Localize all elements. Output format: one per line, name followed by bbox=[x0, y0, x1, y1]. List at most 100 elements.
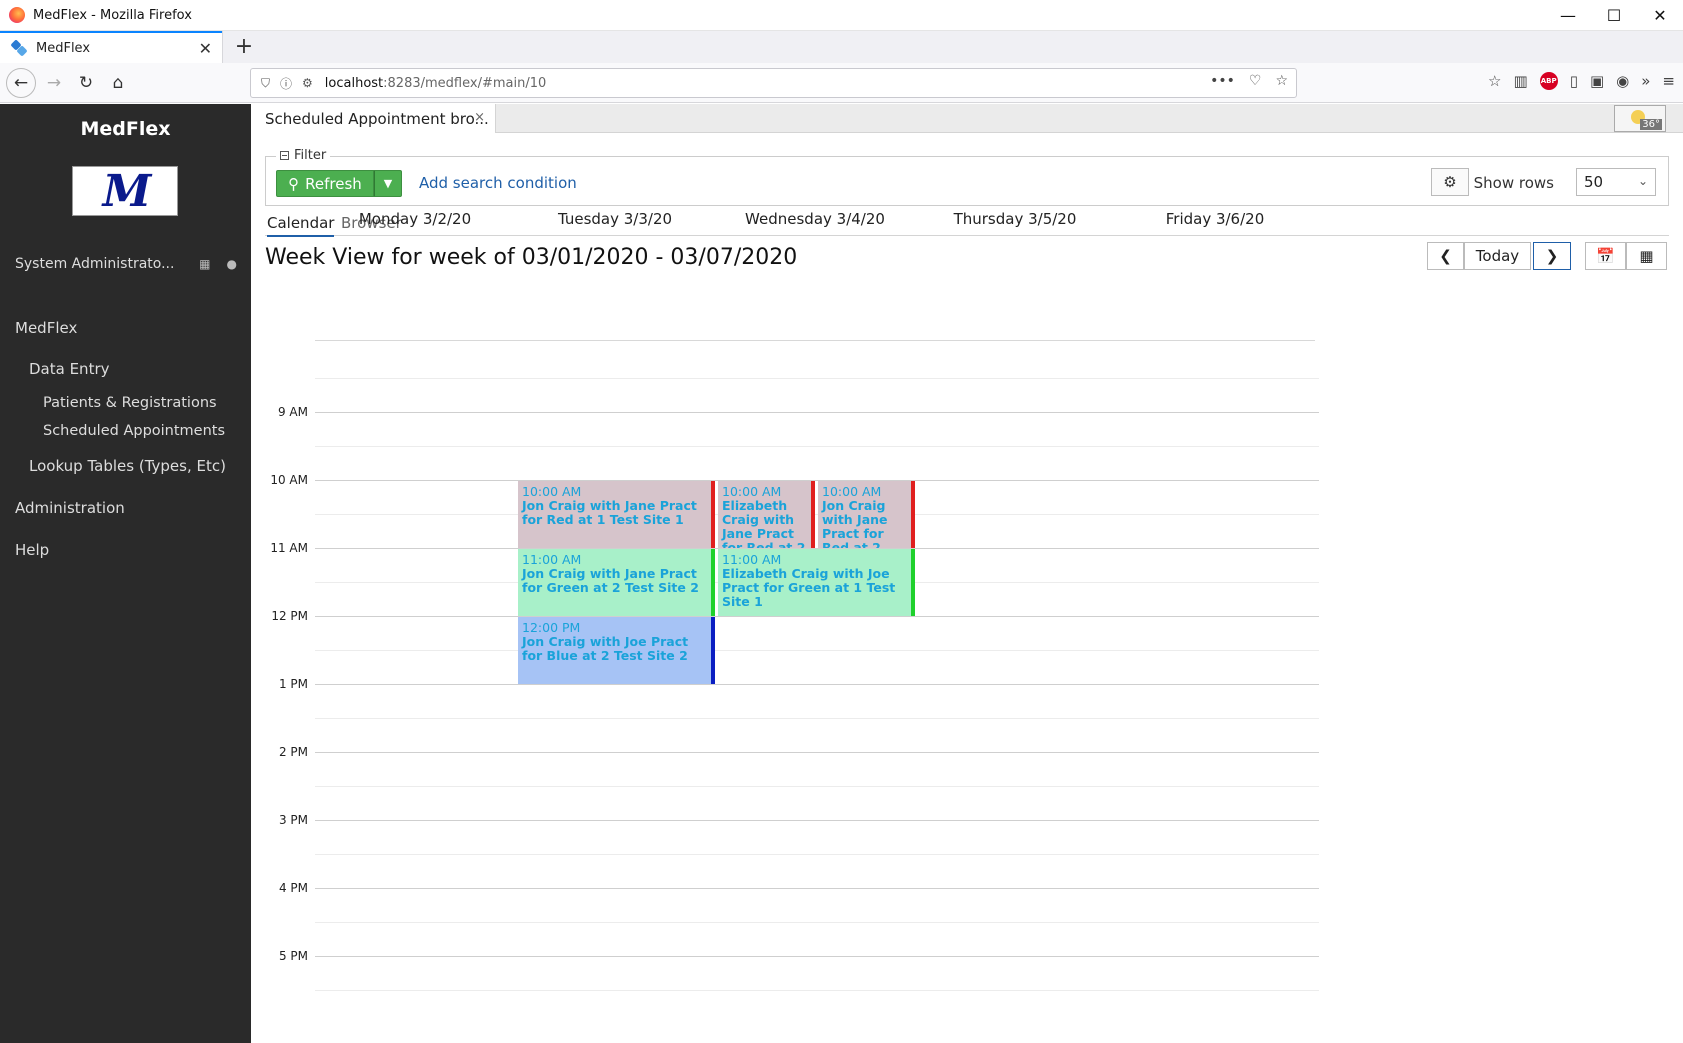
grid-icon[interactable]: ▦ bbox=[199, 257, 210, 271]
half-hour-line bbox=[315, 786, 1319, 787]
next-week-button[interactable]: ❯ bbox=[1533, 242, 1571, 270]
firefox-logo-icon bbox=[9, 7, 25, 23]
user-icon[interactable]: ● bbox=[227, 257, 237, 271]
appointment-time: 10:00 AM bbox=[522, 484, 582, 499]
day-header[interactable]: Friday 3/6/20 bbox=[1115, 210, 1315, 228]
sidebar-item-medflex[interactable]: MedFlex bbox=[0, 319, 77, 337]
page-actions-icon[interactable]: ••• bbox=[1210, 73, 1235, 89]
collapse-icon[interactable] bbox=[280, 151, 289, 160]
refresh-button[interactable]: ⚲ Refresh bbox=[276, 170, 374, 197]
refresh-dropdown-button[interactable]: ▼ bbox=[374, 170, 402, 197]
app-sidebar: MedFlex M System Administrato... ▦ ● Med… bbox=[0, 104, 251, 1043]
extension-icon[interactable]: ▣ bbox=[1590, 72, 1604, 90]
calendar-month-icon: ▦ bbox=[1639, 247, 1654, 265]
appointment-time: 11:00 AM bbox=[722, 552, 782, 567]
appointment-event[interactable]: 11:00 AM Jon Craig with Jane Pract for Gr… bbox=[518, 549, 715, 616]
window-controls: — ☐ ✕ bbox=[1545, 0, 1683, 31]
day-header[interactable]: Tuesday 3/3/20 bbox=[515, 210, 715, 228]
weather-temp: 36° bbox=[1640, 119, 1662, 130]
sidebar-item-help[interactable]: Help bbox=[0, 541, 49, 559]
hour-line bbox=[315, 616, 1319, 617]
back-arrow-icon[interactable]: ← bbox=[6, 68, 36, 98]
week-view-button[interactable]: 📅 bbox=[1585, 242, 1626, 270]
weather-widget[interactable]: 36° bbox=[1614, 105, 1666, 132]
appointment-event[interactable]: 11:00 AM Elizabeth Craig with Joe Pract f… bbox=[718, 549, 915, 616]
adblock-icon[interactable]: ABP bbox=[1539, 72, 1558, 90]
show-rows-select[interactable]: 50 ⌄ bbox=[1576, 168, 1656, 196]
url-path: :8283/medflex/#main/10 bbox=[383, 75, 547, 91]
appointment-description: Jon Craig with Jane Pract for Red at 2 T… bbox=[822, 498, 888, 549]
workspace-tab-scheduled-appointments[interactable]: Scheduled Appointment bro... × bbox=[251, 104, 496, 133]
week-title: Week View for week of 03/01/2020 - 03/07… bbox=[265, 245, 798, 270]
day-header-divider bbox=[315, 340, 1315, 341]
browser-tab-medflex[interactable]: MedFlex ✕ bbox=[0, 31, 222, 63]
sidebar-item-data-entry[interactable]: Data Entry bbox=[0, 360, 110, 378]
calendar-week-icon: 📅 bbox=[1596, 247, 1615, 265]
close-window-button[interactable]: ✕ bbox=[1637, 0, 1683, 31]
user-name[interactable]: System Administrato... bbox=[15, 256, 183, 272]
overflow-chevron-icon[interactable]: » bbox=[1641, 72, 1650, 90]
main-area: Scheduled Appointment bro... × 36° Filte… bbox=[251, 104, 1683, 1043]
window-titlebar: MedFlex - Mozilla Firefox — ☐ ✕ bbox=[0, 0, 1683, 31]
time-label: 2 PM bbox=[278, 745, 308, 759]
hamburger-menu-icon[interactable]: ≡ bbox=[1662, 72, 1675, 90]
previous-week-button[interactable]: ❮ bbox=[1427, 242, 1464, 270]
half-hour-line bbox=[315, 990, 1319, 991]
search-icon: ⚲ bbox=[288, 174, 300, 193]
user-row: System Administrato... ▦ ● bbox=[15, 256, 237, 272]
bookmark-star-icon[interactable]: ☆ bbox=[1275, 73, 1288, 89]
account-icon[interactable]: ◉ bbox=[1616, 72, 1629, 90]
half-hour-line bbox=[315, 922, 1319, 923]
month-view-button[interactable]: ▦ bbox=[1626, 242, 1667, 270]
day-header[interactable]: Monday 3/2/20 bbox=[315, 210, 515, 228]
chevron-right-icon: ❯ bbox=[1545, 247, 1559, 265]
appointment-description: Elizabeth Craig with Joe Pract for Green… bbox=[722, 566, 896, 609]
appointment-event[interactable]: 10:00 AM Elizabeth Craig with Jane Pract … bbox=[718, 481, 815, 548]
sidebar-item-administration[interactable]: Administration bbox=[0, 499, 125, 517]
info-icon[interactable]: ⓘ bbox=[280, 75, 292, 92]
today-button[interactable]: Today bbox=[1464, 242, 1531, 270]
appointment-event[interactable]: 10:00 AM Jon Craig with Jane Pract for Re… bbox=[518, 481, 715, 548]
pocket-icon[interactable]: ♡ bbox=[1249, 73, 1262, 89]
reading-list-icon[interactable]: ☆ bbox=[1488, 72, 1501, 90]
sidebar-item-lookup-tables[interactable]: Lookup Tables (Types, Etc) bbox=[0, 457, 226, 475]
appointment-description: Jon Craig with Joe Pract for Blue at 2 T… bbox=[522, 634, 689, 663]
half-hour-line bbox=[315, 446, 1319, 447]
hour-line bbox=[315, 684, 1319, 685]
sidebar-item-scheduled-appointments[interactable]: Scheduled Appointments bbox=[0, 423, 225, 439]
time-label: 5 PM bbox=[278, 949, 308, 963]
permissions-icon[interactable]: ⚙ bbox=[302, 76, 313, 90]
forward-arrow-icon[interactable]: → bbox=[40, 69, 68, 97]
minimize-button[interactable]: — bbox=[1545, 0, 1591, 31]
sidebar-toggle-icon[interactable]: ▯ bbox=[1570, 72, 1578, 90]
day-header[interactable]: Wednesday 3/4/20 bbox=[715, 210, 915, 228]
half-hour-line bbox=[315, 514, 1319, 515]
today-label: Today bbox=[1475, 247, 1520, 265]
appointment-event[interactable]: 10:00 AM Jon Craig with Jane Pract for Re… bbox=[818, 481, 915, 548]
sidebar-item-patients[interactable]: Patients & Registrations bbox=[0, 395, 217, 411]
settings-button[interactable]: ⚙ bbox=[1431, 168, 1469, 196]
url-bar[interactable]: ⛉ ⓘ ⚙ localhost:8283/medflex/#main/10 ••… bbox=[250, 68, 1297, 98]
day-header[interactable]: Thursday 3/5/20 bbox=[915, 210, 1115, 228]
reload-icon[interactable]: ↻ bbox=[72, 69, 100, 97]
library-icon[interactable]: ▥ bbox=[1514, 72, 1528, 90]
hour-line bbox=[315, 412, 1319, 413]
time-label: 12 PM bbox=[271, 609, 308, 623]
hour-line bbox=[315, 820, 1319, 821]
hour-line bbox=[315, 480, 1319, 481]
close-tab-icon[interactable]: ✕ bbox=[199, 39, 212, 58]
time-label: 1 PM bbox=[278, 677, 308, 691]
url-host: localhost bbox=[324, 75, 384, 91]
window-title: MedFlex - Mozilla Firefox bbox=[33, 7, 192, 23]
hour-line bbox=[315, 752, 1319, 753]
add-search-condition-link[interactable]: Add search condition bbox=[419, 174, 577, 192]
maximize-button[interactable]: ☐ bbox=[1591, 0, 1637, 31]
workspace-tab-close-icon[interactable]: × bbox=[474, 110, 485, 125]
shield-icon[interactable]: ⛉ bbox=[261, 76, 270, 91]
appointment-event[interactable]: 12:00 PM Jon Craig with Joe Pract for Blu… bbox=[518, 617, 715, 684]
hour-line bbox=[315, 956, 1319, 957]
app-name: MedFlex bbox=[80, 118, 171, 140]
filter-legend[interactable]: Filter bbox=[276, 148, 331, 163]
home-icon[interactable]: ⌂ bbox=[104, 69, 132, 97]
new-tab-button[interactable]: + bbox=[232, 34, 256, 59]
